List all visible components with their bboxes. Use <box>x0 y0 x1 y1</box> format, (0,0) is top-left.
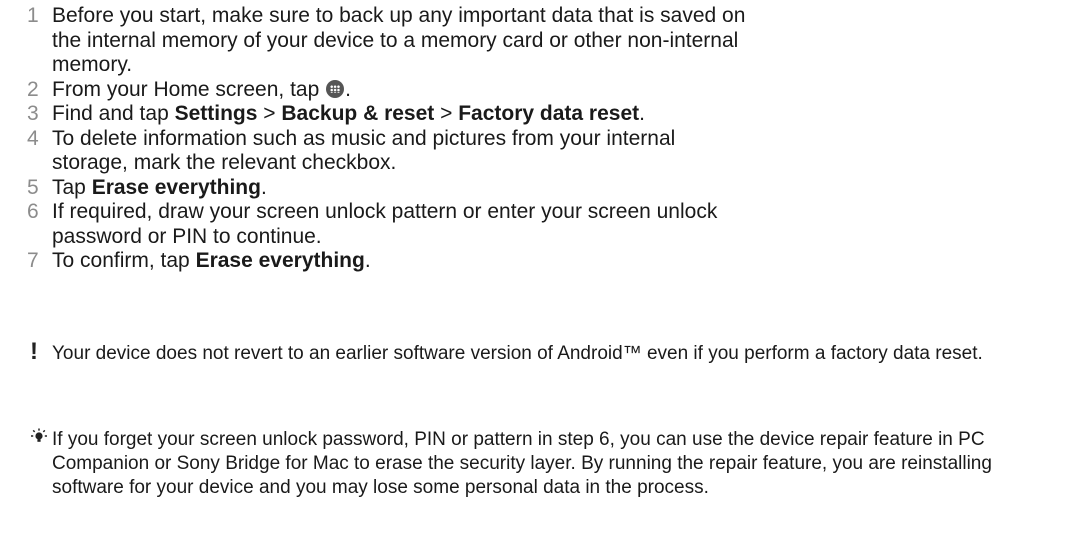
ui-term: Factory data reset <box>458 102 640 125</box>
ui-term: Erase everything <box>195 249 365 272</box>
tip-text: If you forget your screen unlock passwor… <box>52 429 992 498</box>
step-text-part: . <box>345 77 351 101</box>
step-text-part: > <box>257 102 282 125</box>
list-item: 2 From your Home screen, tap . <box>0 78 1071 103</box>
list-item: 3 Find and tap Settings > Backup & reset … <box>0 102 1071 127</box>
step-text-part: . <box>364 249 371 272</box>
step-text: If required, draw your screen unlock pat… <box>52 200 752 249</box>
step-number: 5 <box>27 175 39 199</box>
ui-term: Settings <box>174 102 258 125</box>
step-text-part: Before you start, make sure to back up a… <box>52 4 746 76</box>
step-text: Tap Erase everything. <box>52 176 752 201</box>
exclamation-icon: ! <box>30 338 38 365</box>
list-item: 7 To confirm, tap Erase everything. <box>0 249 1071 274</box>
step-number: 3 <box>27 102 39 125</box>
list-item: 5 Tap Erase everything. <box>0 176 1071 201</box>
steps-list: 1 Before you start, make sure to back up … <box>0 4 1071 274</box>
step-number: 4 <box>27 126 39 150</box>
step-text: Find and tap Settings > Backup & reset >… <box>52 102 752 127</box>
tip-note: If you forget your screen unlock passwor… <box>0 428 1071 500</box>
step-text-part: . <box>639 102 645 125</box>
list-item: 4 To delete information such as music and… <box>0 127 1071 176</box>
step-text: To confirm, tap Erase everything. <box>52 249 752 274</box>
apps-icon <box>326 79 345 98</box>
ui-term: Backup & reset <box>281 102 435 125</box>
step-text-part: From your Home screen, tap <box>52 77 326 101</box>
warning-text: Your device does not revert to an earlie… <box>52 343 983 364</box>
step-number: 2 <box>27 77 39 101</box>
step-number: 7 <box>27 249 39 272</box>
step-text: From your Home screen, tap . <box>52 78 752 103</box>
ui-term: Erase everything <box>91 175 261 199</box>
warning-note: ! Your device does not revert to an earl… <box>0 338 1071 366</box>
step-text-part: . <box>260 175 267 199</box>
step-number: 1 <box>27 4 39 27</box>
step-text: To delete information such as music and … <box>52 127 752 176</box>
step-number: 6 <box>27 200 39 223</box>
step-text-part: To delete information such as music and … <box>52 126 676 175</box>
list-item: 6 If required, draw your screen unlock pa… <box>0 200 1071 249</box>
list-item: 1 Before you start, make sure to back up … <box>0 4 1071 78</box>
step-text-part: If required, draw your screen unlock pat… <box>52 200 718 248</box>
step-text-part: > <box>434 102 459 125</box>
step-text-part: Find and tap <box>52 102 175 125</box>
step-text-part: To confirm, tap <box>52 249 196 272</box>
lightbulb-icon <box>0 428 52 446</box>
step-text-part: Tap <box>52 175 92 199</box>
step-text: Before you start, make sure to back up a… <box>52 4 752 78</box>
